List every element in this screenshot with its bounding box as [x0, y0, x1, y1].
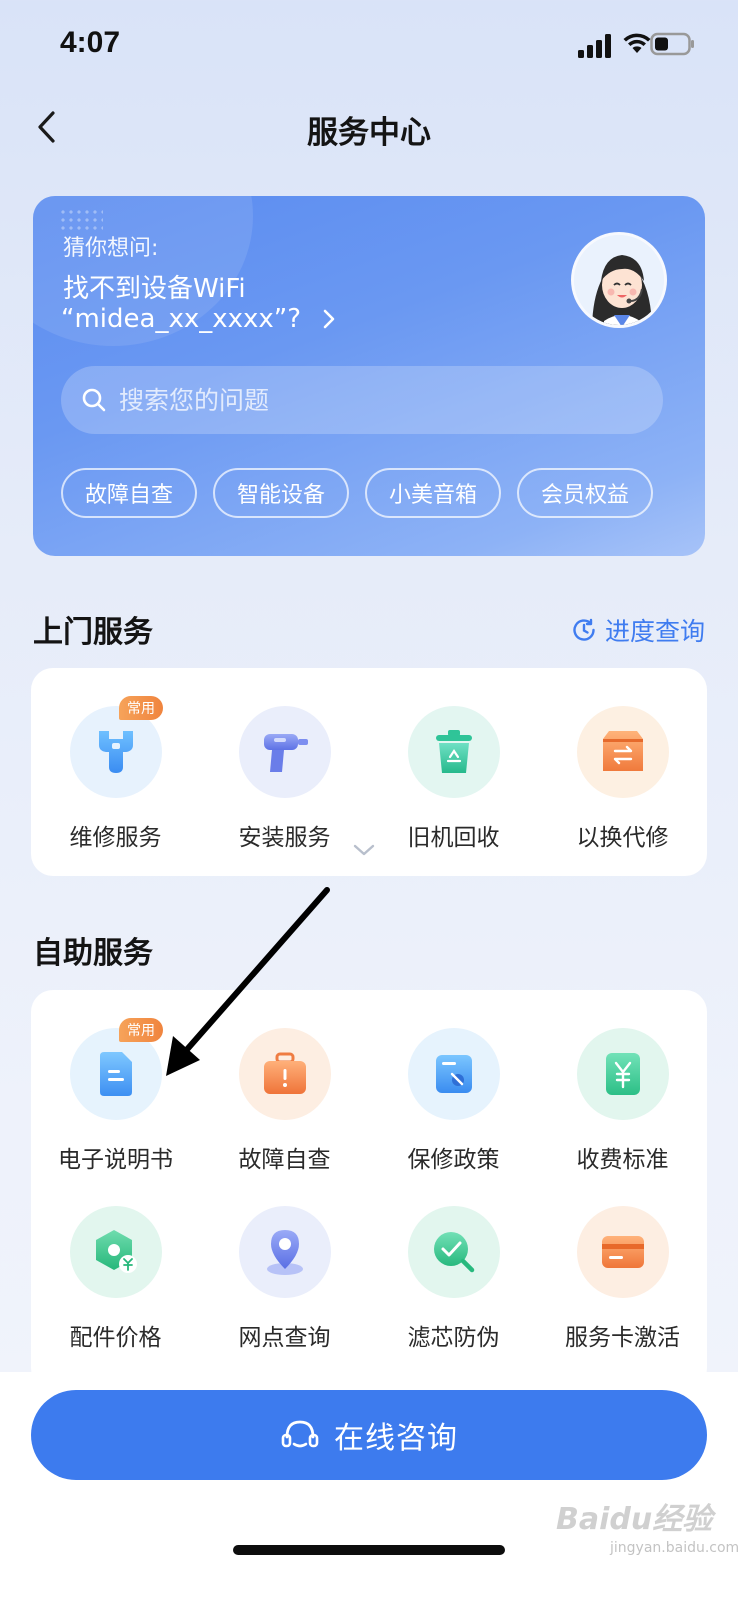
chevron-right-icon — [323, 309, 335, 329]
customer-service-avatar[interactable] — [571, 232, 667, 328]
watermark-brand: Baidu经验 — [556, 1502, 713, 1537]
exchange-service-label: 以换代修 — [576, 825, 669, 851]
self-service-card: 常用 电子说明书 故障自查 保修政策 收费标准 配件价格 网点查询 滤芯防伪 服… — [31, 990, 707, 1390]
outlet-query-label: 网点查询 — [238, 1325, 331, 1351]
online-consult-button[interactable]: 在线咨询 — [31, 1390, 707, 1480]
suggested-question-link[interactable]: “midea_xx_xxxx”? — [61, 304, 337, 334]
parts-price-item[interactable]: 配件价格 — [31, 1206, 200, 1352]
headset-icon — [281, 1420, 319, 1448]
cellular-signal-icon — [578, 34, 611, 58]
drill-icon — [263, 734, 308, 772]
fee-icon-bg — [576, 1028, 669, 1120]
install-service-item[interactable]: 安装服务 — [200, 706, 369, 852]
exchange-box-icon — [602, 731, 643, 771]
warranty-policy-icon — [435, 1055, 472, 1093]
page-title: 服务中心 — [307, 115, 431, 151]
parts-price-icon — [95, 1230, 137, 1273]
install-icon-bg — [238, 706, 331, 798]
status-bar: 4:07 — [0, 0, 738, 90]
hero-dots-decoration — [59, 208, 103, 232]
onsite-service-grid: 常用 维修服务 安装服务 旧机回收 以换代修 — [31, 696, 707, 852]
fee-standard-item[interactable]: 收费标准 — [538, 1028, 707, 1174]
suggested-question-line2: “midea_xx_xxxx”? — [61, 304, 302, 334]
watermark-url: jingyan.baidu.com — [610, 1540, 738, 1556]
service-card-label: 服务卡激活 — [565, 1325, 680, 1351]
agent-girl-icon — [574, 235, 664, 325]
exchange-icon-bg — [576, 706, 669, 798]
onsite-service-title: 上门服务 — [33, 615, 153, 650]
chip-fault-check[interactable]: 故障自查 — [61, 468, 198, 518]
chip-speaker[interactable]: 小美音箱 — [365, 468, 502, 518]
expand-chevron-icon[interactable] — [352, 842, 376, 858]
fee-standard-label: 收费标准 — [576, 1147, 669, 1173]
repair-service-label: 维修服务 — [69, 825, 162, 851]
toolbox-alert-icon — [263, 1052, 306, 1094]
service-card-item[interactable]: 服务卡激活 — [538, 1206, 707, 1352]
online-consult-label: 在线咨询 — [334, 1421, 458, 1456]
frequent-badge: 常用 — [119, 696, 163, 720]
quick-topic-chips: 故障自查 智能设备 小美音箱 会员权益 — [61, 468, 654, 518]
filter-icon-bg — [407, 1206, 500, 1298]
hero-kicker: 猜你想问: — [63, 236, 159, 261]
warranty-policy-item[interactable]: 保修政策 — [369, 1028, 538, 1174]
fault-check-icon-bg — [238, 1028, 331, 1120]
status-time: 4:07 — [60, 26, 121, 59]
exchange-service-item[interactable]: 以换代修 — [538, 706, 707, 852]
filter-verify-item[interactable]: 滤芯防伪 — [369, 1206, 538, 1352]
faq-hero-card: 猜你想问: 找不到设备WiFi “midea_xx_xxxx”? 搜索您的问题 … — [33, 196, 705, 556]
suggested-question-line1[interactable]: 找不到设备WiFi — [63, 268, 246, 305]
location-pin-icon — [266, 1230, 303, 1275]
warranty-policy-label: 保修政策 — [407, 1147, 500, 1173]
outlet-query-item[interactable]: 网点查询 — [200, 1206, 369, 1352]
outlet-icon-bg — [238, 1206, 331, 1298]
home-indicator — [233, 1545, 505, 1555]
repair-service-item[interactable]: 常用 维修服务 — [31, 696, 200, 852]
manual-document-icon — [99, 1052, 132, 1096]
e-manual-label: 电子说明书 — [58, 1147, 173, 1173]
search-icon — [82, 388, 106, 412]
wrench-icon — [98, 731, 133, 773]
progress-query-label: 进度查询 — [604, 617, 705, 646]
e-manual-item[interactable]: 常用 电子说明书 — [31, 1018, 200, 1174]
service-card-icon — [601, 1236, 644, 1268]
recycle-bin-icon — [435, 730, 472, 773]
warranty-icon-bg — [407, 1028, 500, 1120]
clock-icon — [573, 618, 595, 641]
recycle-service-label: 旧机回收 — [407, 825, 500, 851]
self-service-row-1: 常用 电子说明书 故障自查 保修政策 收费标准 — [31, 1018, 707, 1174]
recycle-service-item[interactable]: 旧机回收 — [369, 706, 538, 852]
service-card-icon-bg — [576, 1206, 669, 1298]
install-service-label: 安装服务 — [238, 825, 331, 851]
chip-smart-devices[interactable]: 智能设备 — [213, 468, 350, 518]
chip-member-benefits[interactable]: 会员权益 — [517, 468, 654, 518]
search-input[interactable] — [119, 385, 639, 415]
progress-query-link[interactable]: 进度查询 — [571, 612, 705, 648]
self-service-title: 自助服务 — [33, 936, 153, 971]
recycle-icon-bg — [407, 706, 500, 798]
wifi-icon — [623, 33, 651, 53]
parts-price-label: 配件价格 — [69, 1325, 162, 1351]
battery-icon — [650, 32, 694, 56]
self-service-row-2: 配件价格 网点查询 滤芯防伪 服务卡激活 — [31, 1206, 707, 1352]
fault-check-label: 故障自查 — [238, 1147, 331, 1173]
faq-search-bar[interactable] — [61, 366, 663, 434]
parts-price-icon-bg — [69, 1206, 162, 1298]
fault-check-item[interactable]: 故障自查 — [200, 1028, 369, 1174]
frequent-badge: 常用 — [119, 1018, 163, 1042]
filter-verify-icon — [433, 1232, 474, 1273]
yuan-fee-icon — [605, 1053, 640, 1095]
filter-verify-label: 滤芯防伪 — [407, 1325, 500, 1351]
